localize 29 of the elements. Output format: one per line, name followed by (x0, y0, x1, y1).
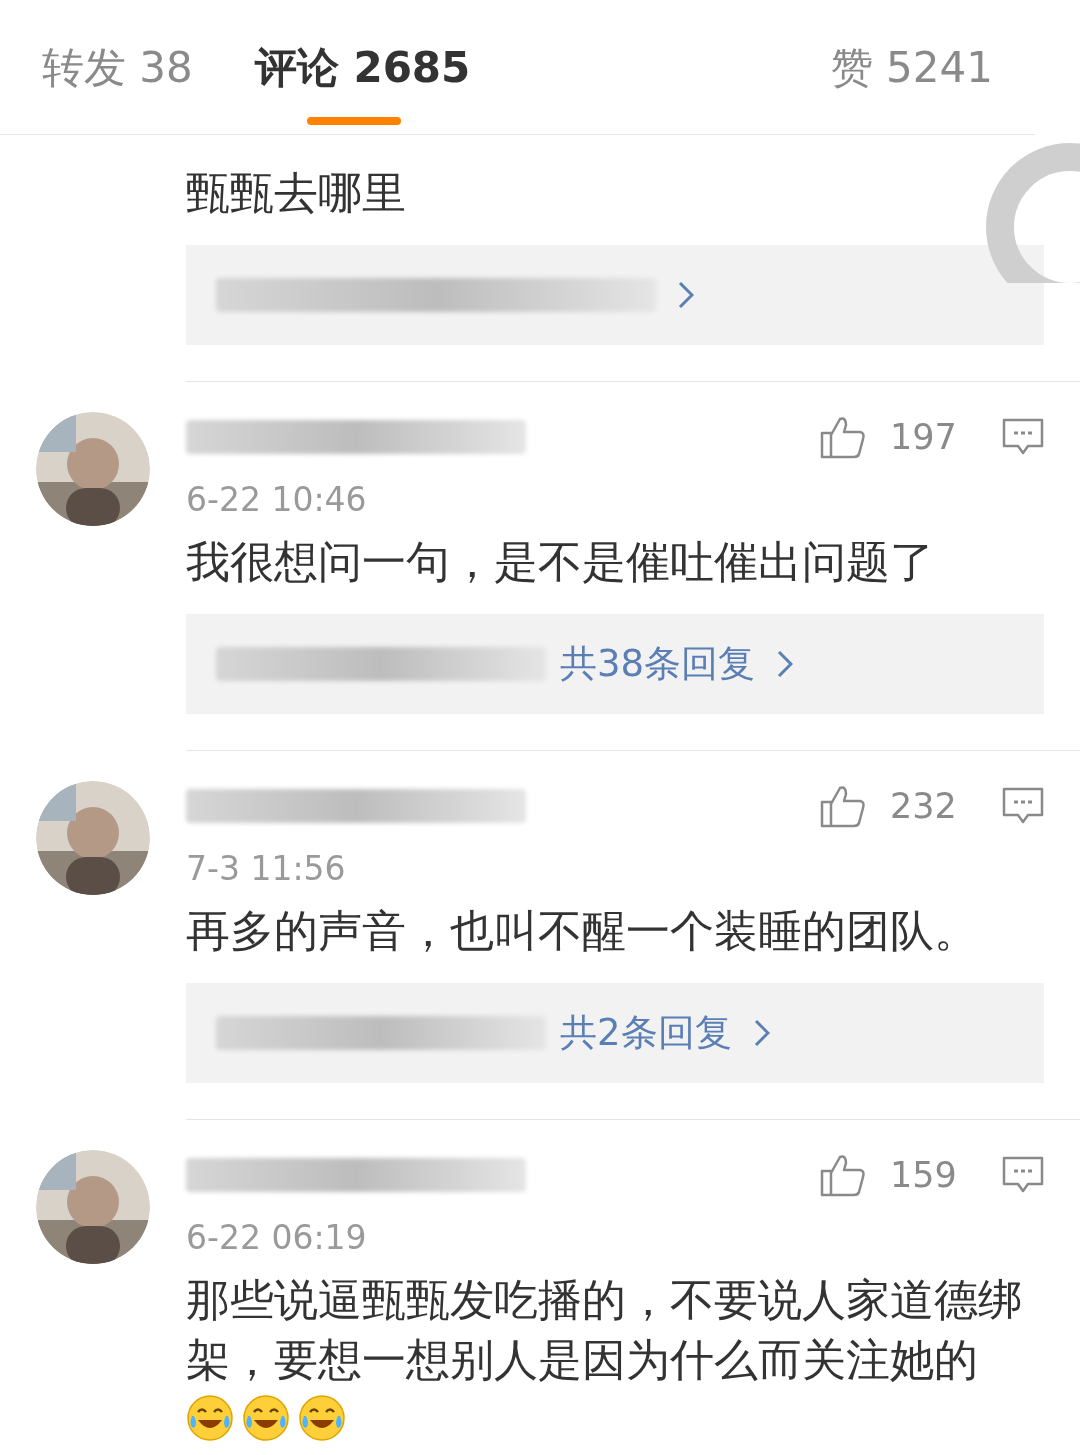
replies-panel[interactable]: 共2条回复 (186, 983, 1044, 1083)
chevron-right-icon (777, 650, 794, 678)
comment-date: 6-22 10:46 (186, 479, 368, 521)
comment-icon[interactable] (1002, 418, 1044, 456)
comment-text: 我很想问一句，是不是催吐催出问题了 (186, 535, 935, 589)
reply-count: 共38条回复 (560, 641, 756, 688)
laughing-crying-emoji-icon (242, 1394, 290, 1442)
thumbs-up-icon[interactable] (820, 784, 866, 828)
thumbs-up-icon[interactable] (820, 415, 866, 459)
like-count: 197 (890, 415, 958, 459)
comment-icon[interactable] (1002, 787, 1044, 825)
comment-date: 6-22 06:19 (186, 1217, 368, 1259)
laughing-crying-emoji-icon (186, 1394, 234, 1442)
chevron-right-icon (753, 1019, 770, 1047)
reply-count: 共2条回复 (560, 1010, 732, 1057)
tab[interactable]: 赞 5241 (830, 0, 993, 135)
like-count: 159 (890, 1153, 958, 1197)
tab[interactable]: 评论 2685 (254, 0, 471, 135)
tab[interactable]: 转发 38 (42, 0, 193, 135)
comment-text: 甄甄去哪里 (186, 166, 407, 220)
comment-text: 那些说逼甄甄发吃播的，不要说人家道德绑架，要想一想别人是因为什么而关注她的 (186, 1273, 1023, 1387)
chevron-right-icon (678, 281, 694, 309)
comment-text: 再多的声音，也叫不醒一个装睡的团队。 (186, 904, 979, 958)
comment-icon[interactable] (1002, 1156, 1044, 1194)
like-count: 232 (890, 784, 958, 828)
comment-date: 7-3 11:56 (186, 848, 347, 890)
replies-panel[interactable]: 共38条回复 (186, 614, 1044, 714)
thumbs-up-icon[interactable] (820, 1153, 866, 1197)
laughing-crying-emoji-icon (298, 1394, 346, 1442)
